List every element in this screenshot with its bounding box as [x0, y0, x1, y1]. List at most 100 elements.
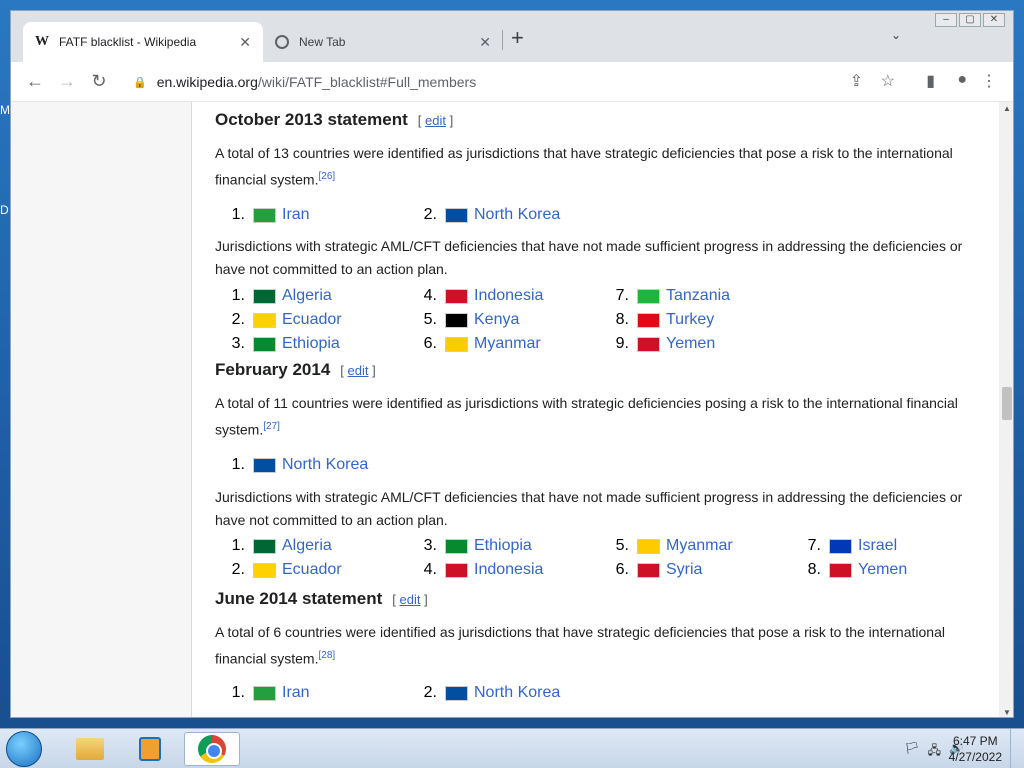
chrome-taskbar-icon[interactable]: [184, 732, 240, 766]
edit-link[interactable]: edit: [425, 113, 446, 128]
section-text: Jurisdictions with strategic AML/CFT def…: [215, 712, 970, 717]
flag-icon: [829, 538, 852, 554]
tab-close-icon[interactable]: ✕: [479, 34, 491, 51]
clock[interactable]: 6:47 PM 4/27/2022: [949, 733, 1002, 765]
network-icon[interactable]: 🖧: [928, 741, 941, 762]
list-number: 6.: [423, 335, 437, 352]
page-viewport: October 2013 statement [ edit ] A total of…: [11, 102, 1013, 717]
section-heading: October 2013 statement [ edit ]: [215, 110, 453, 130]
desktop-edge-text: M D: [0, 103, 10, 217]
list-number: 4.: [423, 561, 437, 578]
section-intro: A total of 13 countries were identified …: [215, 142, 970, 192]
flag-icon: [445, 312, 468, 328]
back-button[interactable]: ←: [19, 71, 51, 92]
list-item: 2. North Korea: [407, 684, 561, 702]
scroll-down-icon[interactable]: ▼: [1003, 708, 1011, 717]
list-item: 1. Algeria: [215, 537, 332, 555]
country-link[interactable]: North Korea: [282, 456, 368, 474]
taskbar: 🏳 🖧 🔊 6:47 PM 4/27/2022: [0, 728, 1024, 768]
close-window-button[interactable]: ✕: [983, 13, 1005, 27]
country-link[interactable]: Kenya: [474, 311, 519, 329]
maximize-button[interactable]: ▢: [959, 13, 981, 27]
section-title: February 2014: [215, 360, 331, 379]
country-link[interactable]: Ecuador: [282, 311, 342, 329]
country-link[interactable]: Algeria: [282, 537, 332, 555]
media-player-taskbar-icon[interactable]: [122, 732, 178, 766]
url-path: /wiki/FATF_blacklist#Full_members: [257, 74, 477, 90]
list-item: 2. Ecuador: [215, 561, 342, 579]
list-item: 5. Myanmar: [599, 537, 733, 555]
country-link[interactable]: Ecuador: [282, 561, 342, 579]
citation-link[interactable]: [27]: [263, 421, 280, 432]
country-link[interactable]: Indonesia: [474, 287, 543, 305]
edit-link-wrapper: [ edit ]: [392, 592, 428, 607]
section-text: Jurisdictions with strategic AML/CFT def…: [215, 238, 963, 277]
forward-button[interactable]: →: [51, 71, 83, 92]
country-link[interactable]: Algeria: [282, 287, 332, 305]
scroll-up-icon[interactable]: ▲: [1003, 104, 1011, 113]
country-link[interactable]: North Korea: [474, 684, 560, 702]
profile-avatar-icon[interactable]: ●: [957, 71, 967, 89]
list-item: 6. Syria: [599, 561, 703, 579]
vertical-scrollbar[interactable]: ▲ ▼: [999, 102, 1013, 717]
file-explorer-taskbar-icon[interactable]: [62, 732, 118, 766]
list-item: 2. North Korea: [407, 206, 561, 224]
citation-link[interactable]: [26]: [318, 171, 335, 182]
country-link[interactable]: Syria: [666, 561, 702, 579]
list-number: 2.: [231, 311, 245, 328]
country-link[interactable]: Yemen: [858, 561, 907, 579]
list-number: 2.: [423, 684, 437, 701]
tab-close-icon[interactable]: ✕: [239, 34, 251, 51]
list-number: 1.: [231, 537, 245, 554]
country-link[interactable]: Ethiopia: [474, 537, 532, 555]
list-number: 1.: [231, 287, 245, 304]
list-number: 8.: [615, 311, 629, 328]
flag-icon: [445, 562, 468, 578]
country-link[interactable]: Turkey: [666, 311, 714, 329]
flag-icon: [253, 312, 276, 328]
country-link[interactable]: Iran: [282, 206, 310, 224]
lock-icon: 🔒: [133, 76, 147, 89]
country-link[interactable]: Ethiopia: [282, 335, 340, 353]
flag-icon: [253, 562, 276, 578]
flag-icon: [253, 336, 276, 352]
minimize-button[interactable]: –: [935, 13, 957, 27]
start-button[interactable]: [6, 731, 42, 767]
country-link[interactable]: Myanmar: [474, 335, 541, 353]
country-link[interactable]: Israel: [858, 537, 897, 555]
flag-icon: [253, 207, 276, 223]
action-center-flag-icon[interactable]: 🏳: [904, 741, 919, 762]
edit-link[interactable]: edit: [399, 592, 420, 607]
tab-new-tab[interactable]: New Tab ✕: [263, 22, 503, 62]
scroll-thumb[interactable]: [1002, 387, 1012, 420]
globe-icon: [275, 35, 289, 49]
country-link[interactable]: Indonesia: [474, 561, 543, 579]
clock-date: 4/27/2022: [948, 750, 1002, 764]
section-heading: June 2014 statement [ edit ]: [215, 589, 428, 609]
citation-link[interactable]: [28]: [318, 650, 335, 661]
tab-title: New Tab: [299, 35, 346, 49]
country-link[interactable]: Iran: [282, 684, 310, 702]
flag-icon: [637, 312, 660, 328]
reload-button[interactable]: ↻: [83, 71, 115, 92]
edit-link-wrapper: [ edit ]: [340, 363, 376, 378]
share-icon[interactable]: ⇪: [850, 71, 863, 91]
flag-icon: [637, 336, 660, 352]
list-item: 8. Turkey: [599, 311, 715, 329]
new-tab-button[interactable]: +: [511, 25, 524, 51]
bookmark-star-icon[interactable]: ☆: [881, 71, 895, 91]
section-intro: A total of 11 countries were identified …: [215, 392, 970, 442]
country-link[interactable]: Tanzania: [666, 287, 730, 305]
show-desktop-button[interactable]: [1010, 729, 1024, 768]
browser-window: W FATF blacklist - Wikipedia ✕ New Tab ✕…: [10, 10, 1014, 718]
list-item: 1. Iran: [215, 684, 310, 702]
country-link[interactable]: Myanmar: [666, 537, 733, 555]
country-link[interactable]: Yemen: [666, 335, 715, 353]
side-panel-icon[interactable]: ▮: [926, 71, 935, 91]
tab-fatf-blacklist[interactable]: W FATF blacklist - Wikipedia ✕: [23, 22, 263, 62]
edit-link[interactable]: edit: [348, 363, 369, 378]
tab-search-chevron-icon[interactable]: ⌄: [891, 28, 901, 42]
menu-kebab-icon[interactable]: ⋮: [981, 71, 997, 91]
list-number: 9.: [615, 335, 629, 352]
country-link[interactable]: North Korea: [474, 206, 560, 224]
